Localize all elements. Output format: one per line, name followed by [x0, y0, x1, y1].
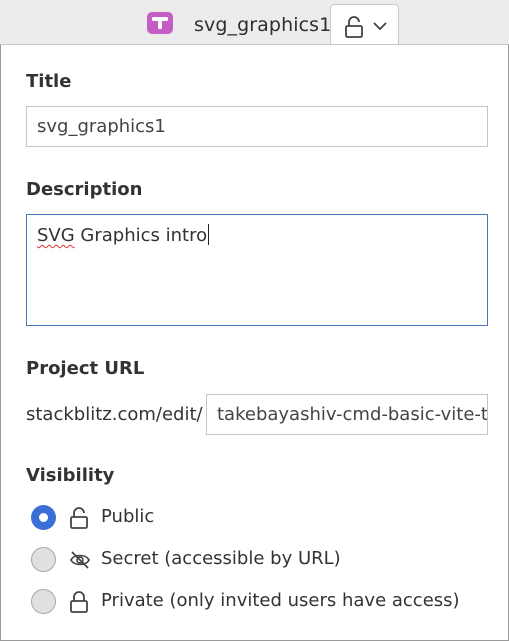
title-label: Title	[26, 71, 72, 92]
radio-private[interactable]	[31, 589, 56, 614]
unlock-icon	[70, 507, 88, 529]
eye-off-icon	[70, 551, 90, 569]
description-textarea[interactable]: SVG Graphics intro	[26, 214, 488, 326]
description-label: Description	[26, 179, 143, 200]
visibility-menu-button[interactable]	[330, 4, 399, 45]
title-input[interactable]	[26, 106, 488, 147]
misspelled-word: SVG	[37, 225, 75, 246]
visibility-option-label: Secret (accessible by URL)	[101, 548, 341, 569]
project-settings-panel: Title Description SVG Graphics intro Pro…	[0, 44, 509, 641]
text-caret	[208, 224, 210, 245]
title-bar: svg_graphics1	[0, 0, 509, 45]
radio-secret[interactable]	[31, 547, 56, 572]
stackblitz-t-icon	[147, 12, 173, 34]
url-prefix: stackblitz.com/edit/	[26, 404, 203, 425]
project-name: svg_graphics1	[194, 14, 332, 36]
unlock-icon	[345, 16, 363, 38]
visibility-option-secret[interactable]: Secret (accessible by URL)	[31, 545, 491, 575]
project-url-label: Project URL	[26, 358, 145, 379]
lock-icon	[70, 591, 88, 613]
visibility-label: Visibility	[26, 465, 115, 486]
visibility-option-label: Public	[101, 506, 155, 527]
visibility-option-label: Private (only invited users have access)	[101, 590, 460, 611]
radio-public[interactable]	[31, 505, 56, 530]
chevron-down-icon	[373, 22, 387, 31]
project-url-input[interactable]: takebayashiv-cmd-basic-vite-te	[206, 394, 488, 435]
visibility-option-private[interactable]: Private (only invited users have access)	[31, 587, 491, 617]
visibility-option-public[interactable]: Public	[31, 503, 491, 533]
description-text: Graphics intro	[74, 225, 208, 246]
